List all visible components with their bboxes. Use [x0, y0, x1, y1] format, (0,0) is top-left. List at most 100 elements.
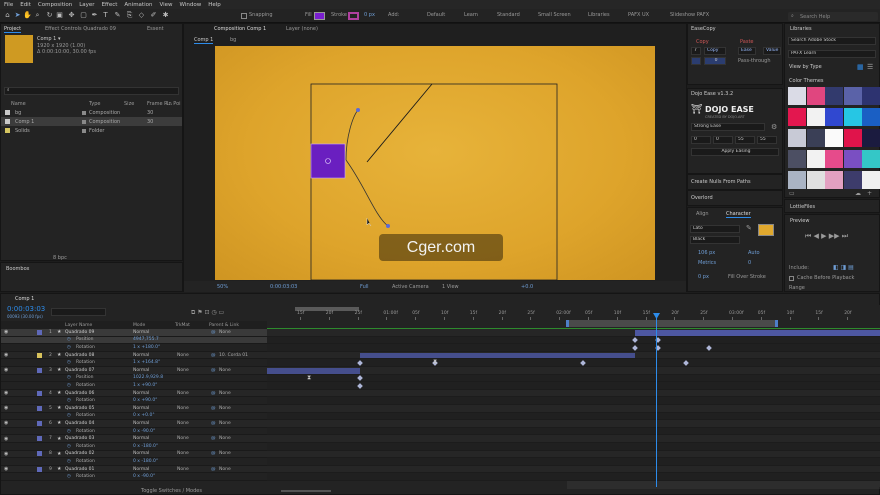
parent-select[interactable]: None [219, 436, 231, 441]
color-theme-swatch[interactable] [788, 129, 806, 147]
playback-controls-icon[interactable]: ⏮ ◀ ▶ ▶▶ ⏭ [805, 232, 848, 241]
property-value[interactable]: 0 x +90.0° [133, 398, 157, 403]
brush-tool-icon[interactable]: ✎ [113, 11, 122, 20]
property-name[interactable]: Rotation [76, 413, 95, 418]
layer-mode[interactable]: Normal [133, 330, 149, 335]
layer-name[interactable]: Quadrado 05 [65, 406, 94, 411]
folder-icon[interactable]: ▭ [789, 190, 795, 197]
property-value[interactable]: 0 x -180.0° [133, 459, 158, 464]
timeline-timecode[interactable]: 0:00:03:03 [7, 305, 45, 313]
work-area-start[interactable] [566, 320, 569, 327]
color-themes-group[interactable]: Color Themes [789, 78, 824, 84]
eye-icon[interactable]: ◉ [4, 367, 8, 373]
stroke-width-value[interactable]: 0 px [364, 12, 375, 18]
eye-icon[interactable]: ◉ [4, 329, 8, 335]
zoom-level[interactable]: 50% [217, 284, 228, 290]
pen-tool-icon[interactable]: ✒ [90, 11, 99, 20]
color-theme-swatch[interactable] [806, 171, 825, 189]
add-label[interactable]: Add: [388, 12, 399, 18]
font-style-select[interactable]: Black [690, 236, 740, 244]
color-theme-swatch[interactable] [862, 150, 880, 168]
parent-select[interactable]: None [219, 467, 231, 472]
cache-checkbox[interactable] [789, 276, 794, 281]
layer-label-color[interactable] [37, 420, 42, 426]
parent-select[interactable]: None [219, 451, 231, 456]
color-theme-swatch[interactable] [788, 87, 806, 105]
layer-label-color[interactable] [37, 367, 42, 373]
stopwatch-icon[interactable]: ◷ [67, 360, 71, 365]
menu-file[interactable]: File [4, 2, 13, 8]
ease-value-2[interactable]: 55 [735, 136, 755, 144]
workspace-4[interactable]: Libraries [588, 12, 610, 18]
grid-view-icon[interactable]: ▦ [857, 63, 864, 71]
color-theme-swatch[interactable] [862, 108, 880, 126]
bpc-label[interactable]: 8 bpc [53, 255, 67, 261]
font-family-select[interactable]: Lato [690, 225, 740, 233]
layer-name[interactable]: Quadrado 03 [65, 436, 94, 441]
parent-pickwhip-icon[interactable]: @ [211, 451, 216, 456]
item-label-color[interactable] [82, 128, 86, 133]
property-row[interactable]: ◷ Position 1022.9,929.8 [1, 374, 267, 383]
stopwatch-icon[interactable]: ◷ [67, 413, 71, 418]
property-row[interactable]: ◷ Rotation 1 x +180.0° [1, 344, 267, 352]
property-name[interactable]: Rotation [76, 383, 95, 388]
eraser-tool-icon[interactable]: ◇ [137, 11, 146, 20]
layer-row[interactable]: ◉ 2 ★ Quadrado 08 Normal None @10. Corda 01 [1, 351, 267, 360]
color-theme-swatch[interactable] [825, 150, 843, 168]
layer-mode[interactable]: Normal [133, 451, 149, 456]
hold-keyframe[interactable]: ⧗ [307, 374, 311, 382]
composition-tab[interactable]: Composition Comp 1 [214, 26, 266, 32]
list-view-icon[interactable]: ☰ [867, 63, 873, 71]
layer-label-color[interactable] [37, 405, 42, 411]
layer-name[interactable]: Quadrado 09 [65, 330, 94, 335]
pass-through-label[interactable]: Pass-through [738, 58, 771, 64]
layer-mode[interactable]: Normal [133, 421, 149, 426]
parent-pickwhip-icon[interactable]: @ [211, 436, 216, 441]
playhead[interactable] [656, 315, 657, 487]
workspace-0[interactable]: Default [427, 12, 445, 18]
trkmat-select[interactable]: None [177, 421, 189, 426]
color-theme-swatch[interactable] [806, 87, 825, 105]
views-select[interactable]: 1 View [442, 284, 459, 290]
item-label-color[interactable] [82, 119, 86, 124]
parent-select[interactable]: None [219, 421, 231, 426]
color-theme-swatch[interactable] [825, 108, 843, 126]
item-label-color[interactable] [82, 110, 86, 115]
stopwatch-icon[interactable]: ◷ [67, 337, 71, 342]
copy-button[interactable]: Copy [704, 47, 726, 55]
property-name[interactable]: Rotation [76, 444, 95, 449]
layer-mode[interactable]: Normal [133, 467, 149, 472]
color-theme-swatch[interactable] [862, 129, 880, 147]
easecopy-slot[interactable] [691, 57, 701, 65]
layer-mode[interactable]: Normal [133, 353, 149, 358]
parent-pickwhip-icon[interactable]: @ [211, 330, 216, 335]
work-area-end[interactable] [775, 320, 778, 327]
trkmat-select[interactable]: None [177, 467, 189, 472]
eye-icon[interactable]: ◉ [4, 451, 8, 457]
essential-tab[interactable]: Essent [147, 26, 164, 32]
trkmat-select[interactable]: None [177, 451, 189, 456]
color-theme-swatch[interactable] [843, 87, 862, 105]
property-row[interactable]: ◷ Rotation 0 x +0.0° [1, 412, 267, 421]
property-value[interactable]: 4947,755.7 [133, 337, 159, 342]
layer-row[interactable]: ◉ 8 ★ Quadrado 02 Normal None @ None [1, 450, 267, 459]
layer-name[interactable]: Quadrado 04 [65, 421, 94, 426]
menu-animation[interactable]: Animation [124, 2, 152, 8]
property-name[interactable]: Position [76, 337, 94, 342]
selection-tool-icon[interactable]: ➤ [13, 11, 22, 20]
property-row[interactable]: ◷ Rotation 0 x -180.0° [1, 443, 267, 451]
layer-mode[interactable]: Normal [133, 406, 149, 411]
effect-controls-tab[interactable]: Effect Controls Quadrado 09 [45, 26, 116, 32]
kerning-value[interactable]: Metrics [698, 260, 716, 266]
layer-name[interactable]: Quadrado 02 [65, 451, 94, 456]
color-theme-swatch[interactable] [843, 108, 862, 126]
parent-select[interactable]: None [219, 368, 231, 373]
parent-pickwhip-icon[interactable]: @ [211, 406, 216, 411]
trkmat-select[interactable]: None [177, 406, 189, 411]
property-value[interactable]: 1 x +164.8° [133, 360, 160, 365]
layer-row[interactable]: ◉ 9 ★ Quadrado 01 Normal None @ None [1, 465, 267, 474]
parent-pickwhip-icon[interactable]: @ [211, 353, 216, 358]
bg-subtab[interactable]: bg [230, 37, 236, 43]
menu-view[interactable]: View [159, 2, 172, 8]
eye-icon[interactable]: ◉ [4, 466, 8, 472]
